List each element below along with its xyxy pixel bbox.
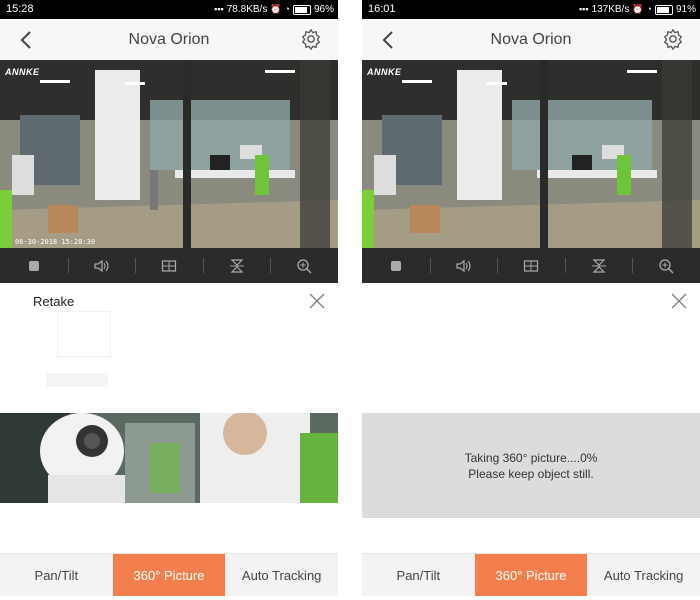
flip-button[interactable] — [564, 248, 633, 283]
layout-button[interactable] — [135, 248, 203, 283]
status-bar: 15:28 ▪▪▪ 78.8KB/s ⏰ ◔ 96% — [0, 0, 338, 19]
wifi-icon: ◔ — [646, 4, 652, 14]
alarm-icon: ⏰ — [270, 4, 282, 14]
close-icon[interactable] — [308, 292, 326, 310]
brand-watermark: ANNKE — [5, 67, 40, 77]
network-speed: 78.8KB/s — [226, 4, 268, 15]
tab-360-picture[interactable]: 360° Picture — [112, 554, 226, 596]
page-title: Nova Orion — [490, 31, 572, 48]
tab-pan-tilt[interactable]: Pan/Tilt — [362, 554, 475, 596]
screen-retake: 15:28 ▪▪▪ 78.8KB/s ⏰ ◔ 96% Nova Orion AN… — [0, 0, 338, 600]
progress-hint: Please keep object still. — [468, 466, 594, 481]
battery-percent: 91% — [675, 4, 696, 15]
capture-progress-box: Taking 360° picture....0% Please keep ob… — [362, 413, 700, 518]
speaker-icon — [456, 259, 471, 272]
speaker-icon — [94, 259, 109, 272]
wifi-icon: ◔ — [284, 4, 290, 14]
stop-icon — [390, 260, 401, 271]
status-bar: 16:01 ▪▪▪ 137KB/s ⏰ ◔ 91% — [362, 0, 700, 19]
status-time: 15:28 — [6, 3, 34, 15]
layout-button[interactable] — [497, 248, 565, 283]
network-speed: 137KB/s — [591, 4, 630, 15]
grid-icon — [523, 259, 539, 272]
progress-status: Taking 360° picture....0% — [464, 450, 598, 465]
status-time: 16:01 — [368, 3, 396, 15]
retake-link[interactable]: Retake — [33, 294, 74, 309]
camera-live-view[interactable]: ANNKE 06-30-2018 15:28:30 — [0, 60, 338, 248]
page-title: Nova Orion — [128, 31, 210, 48]
brand-watermark: ANNKE — [367, 67, 402, 77]
faded-overlay — [46, 373, 108, 387]
app-header: Nova Orion — [0, 19, 338, 60]
stop-button[interactable] — [362, 248, 430, 283]
video-timestamp: 06-30-2018 15:28:30 — [15, 238, 96, 246]
gear-icon[interactable] — [300, 28, 322, 50]
faded-overlay — [57, 311, 111, 357]
mode-tabs: Pan/Tilt 360° Picture Auto Tracking — [362, 553, 700, 596]
tab-auto-tracking[interactable]: Auto Tracking — [587, 554, 700, 596]
gear-icon[interactable] — [662, 28, 684, 50]
sound-button[interactable] — [67, 248, 136, 283]
signal-icon: ▪▪▪ — [214, 4, 224, 14]
tab-auto-tracking[interactable]: Auto Tracking — [225, 554, 338, 596]
zoom-button[interactable] — [632, 248, 700, 283]
close-icon[interactable] — [670, 292, 688, 310]
battery-icon — [654, 4, 673, 15]
flip-icon — [591, 258, 606, 273]
battery-icon — [292, 4, 311, 15]
video-controls-bar — [0, 248, 338, 283]
video-controls-bar — [362, 248, 700, 283]
zoom-in-icon — [659, 258, 674, 273]
tab-pan-tilt[interactable]: Pan/Tilt — [0, 554, 113, 596]
app-header: Nova Orion — [362, 19, 700, 60]
alarm-icon: ⏰ — [632, 4, 644, 14]
stop-button[interactable] — [0, 248, 68, 283]
camera-live-view[interactable]: ANNKE — [362, 60, 700, 248]
zoom-button[interactable] — [270, 248, 338, 283]
signal-icon: ▪▪▪ — [578, 4, 589, 14]
sound-button[interactable] — [429, 248, 498, 283]
flip-button[interactable] — [202, 248, 271, 283]
screen-taking-picture: 16:01 ▪▪▪ 137KB/s ⏰ ◔ 91% Nova Orion ANN… — [362, 0, 700, 600]
flip-icon — [229, 258, 244, 273]
mode-tabs: Pan/Tilt 360° Picture Auto Tracking — [0, 553, 338, 596]
tab-360-picture[interactable]: 360° Picture — [474, 554, 588, 596]
panorama-image — [0, 413, 338, 503]
stop-icon — [28, 260, 39, 271]
battery-percent: 96% — [313, 4, 334, 15]
grid-icon — [161, 259, 177, 272]
zoom-in-icon — [297, 258, 312, 273]
